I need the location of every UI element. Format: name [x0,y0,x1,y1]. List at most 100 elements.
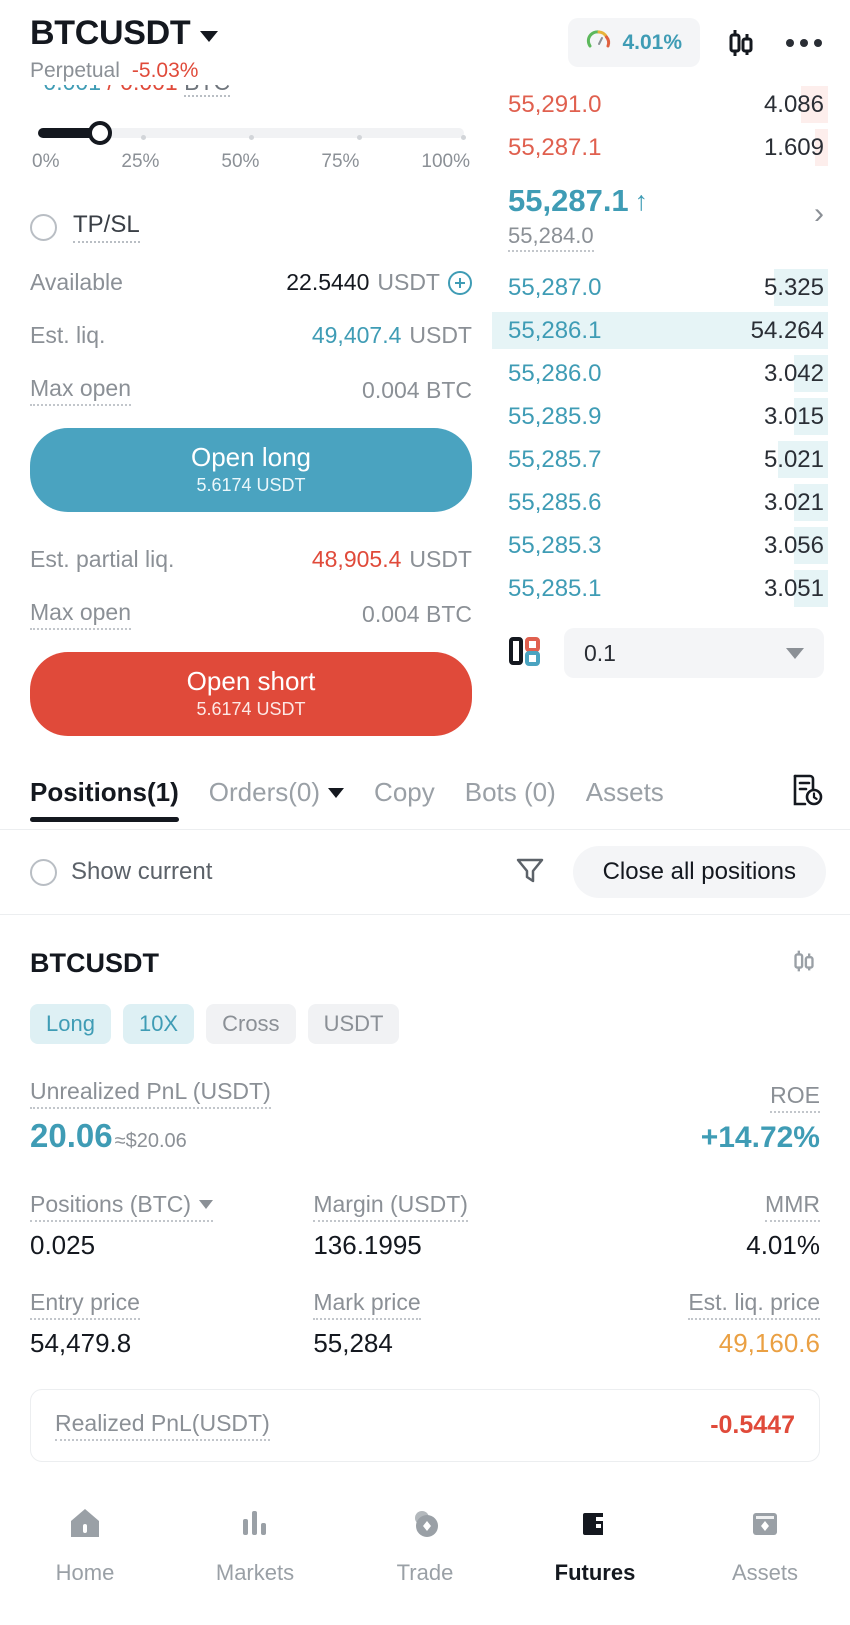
entry-price-label: Entry price [30,1289,140,1321]
close-all-positions-button[interactable]: Close all positions [572,846,826,899]
order-book-asks: 55,291.0 4.086 55,287.1 1.609 [492,83,828,169]
order-book-price: 55,285.3 [508,531,602,559]
filter-funnel-icon[interactable] [513,853,547,892]
est-liq-value: 49,407.4 [311,322,402,348]
show-current-toggle[interactable]: Show current [30,858,212,886]
available-value-wrap: 22.5440 USDT [286,269,472,296]
tick-size-select[interactable]: 0.1 [564,628,824,678]
last-price: 55,287.1 [508,183,629,218]
slider-tick-labels: 0% 25% 50% 75% 100% [30,151,472,173]
nav-item-futures[interactable]: Futures [510,1503,680,1586]
amount-slider[interactable] [30,119,472,145]
tab-copy[interactable]: Copy [374,777,435,822]
order-book-price: 55,287.1 [508,133,602,161]
entry-price-metric: Entry price 54,479.8 [30,1289,283,1359]
order-book-price: 55,285.6 [508,488,602,516]
margin-ratio-pill[interactable]: 4.01% [568,18,700,67]
tpsl-radio[interactable] [30,213,57,241]
chevron-down-icon[interactable] [328,787,345,798]
nav-item-trade[interactable]: Trade [340,1503,510,1586]
order-book-row-bid[interactable]: 55,285.1 3.051 [492,567,828,610]
tab-orders-0[interactable]: Orders(0) [209,777,345,822]
order-book-row-bid[interactable]: 55,285.9 3.015 [492,395,828,438]
contract-type-label: Perpetual [30,59,120,82]
order-book-row-ask[interactable]: 55,287.1 1.609 [492,126,828,169]
roe-value: +14.72% [700,1121,820,1155]
unrealized-pnl-label: Unrealized PnL (USDT) [30,1078,271,1110]
tab-positions-1[interactable]: Positions(1) [30,777,179,823]
roe-label: ROE [770,1082,820,1114]
gauge-icon [586,27,612,58]
order-book-amount: 5.021 [763,445,824,473]
tab-label: Positions(1) [30,777,179,808]
order-book-row-bid[interactable]: 55,285.3 3.056 [492,524,828,567]
positions-metric-value: 0.025 [30,1230,96,1261]
pnl-row: Unrealized PnL (USDT) 20.06 ≈$20.06 ROE … [30,1078,820,1155]
tpsl-toggle-row[interactable]: TP/SL [30,211,472,243]
order-book-row-bid[interactable]: 55,285.6 3.021 [492,481,828,524]
chevron-down-icon[interactable] [199,1200,214,1210]
open-long-sublabel: 5.6174 USDT [196,475,306,496]
nav-item-markets[interactable]: Markets [170,1503,340,1586]
tab-assets[interactable]: Assets [586,777,664,822]
order-form-panel: ~0.001 / 0.001 BTC 0% 25% 50% 75% 100% [0,83,492,737]
chevron-down-icon [786,647,804,659]
more-dots-icon[interactable] [782,38,826,47]
margin-ratio-value: 4.01% [622,30,682,54]
order-book-amount: 3.056 [763,531,824,559]
open-short-button[interactable]: Open short 5.6174 USDT [30,652,472,737]
order-book-panel: 55,291.0 4.086 55,287.1 1.609 55,287.1 ↑ 55… [492,83,850,736]
positions-metric-label-wrap[interactable]: Positions (BTC) [30,1191,214,1223]
nav-item-home[interactable]: Home [0,1503,170,1586]
mmr-metric-value: 4.01% [746,1230,820,1261]
order-book-amount: 3.015 [763,402,824,430]
chevron-down-icon[interactable] [200,31,219,42]
est-partial-liq-value: 48,905.4 [311,546,402,573]
depth-layout-icon[interactable] [506,631,546,676]
slider-label-75: 75% [321,151,360,172]
open-short-sublabel: 5.6174 USDT [196,699,306,720]
position-tag-cross: Cross [206,1004,296,1045]
order-book-row-bid[interactable]: 55,285.7 5.021 [492,438,828,481]
mmr-metric-label: MMR [765,1191,820,1223]
page-title: BTCUSDT [30,14,191,52]
realized-pnl-value: -0.5447 [710,1411,795,1440]
tpsl-label: TP/SL [73,211,140,243]
max-open-short-label: Max open [30,599,132,631]
unrealized-pnl-usd: ≈$20.06 [114,1130,187,1153]
slider-handle[interactable] [88,121,112,145]
order-book-row-bid[interactable]: 55,286.1 54.264 [492,309,828,352]
available-value: 22.5440 [286,269,370,295]
position-chart-icon[interactable] [788,945,820,982]
markets-bars-icon [235,1503,275,1548]
order-book-row-bid[interactable]: 55,286.0 3.042 [492,352,828,395]
order-book-row-ask[interactable]: 55,291.0 4.086 [492,83,828,126]
show-current-radio[interactable] [30,858,57,886]
order-book-mid[interactable]: 55,287.1 ↑ 55,284.0 › [492,169,828,266]
order-history-icon[interactable] [786,770,826,829]
max-open-long-row: Max open 0.004 BTC [30,375,472,406]
top-header: BTCUSDT Perpetual -5.03% 4.01% [0,0,850,83]
max-open-short-row: Max open 0.004 BTC [30,599,472,631]
candlestick-icon[interactable] [724,26,758,60]
nav-item-assets[interactable]: Assets [680,1503,850,1586]
position-tag-long: Long [30,1004,111,1045]
order-book-price: 55,285.7 [508,445,602,473]
clipped-amount-long: ~0.001 [30,85,101,95]
add-funds-icon[interactable] [448,270,472,295]
realized-pnl-box: Realized PnL(USDT) -0.5447 [30,1389,820,1463]
position-symbol: BTCUSDT [30,948,159,979]
last-price-row: 55,287.1 ↑ [508,183,648,219]
trade-split: ~0.001 / 0.001 BTC 0% 25% 50% 75% 100% [0,83,850,737]
tab-bots-0[interactable]: Bots (0) [465,777,556,822]
open-long-button[interactable]: Open long 5.6174 USDT [30,428,472,513]
chevron-right-icon[interactable]: › [814,197,824,231]
pair-selector[interactable]: BTCUSDT [30,14,219,53]
est-partial-liq-value-wrap: 48,905.4 USDT [312,546,472,573]
realized-pnl-label: Realized PnL(USDT) [55,1410,270,1442]
contract-subrow: Perpetual -5.03% [30,59,218,83]
unrealized-pnl-value: 20.06 [30,1117,113,1155]
nav-label: Markets [215,1560,295,1585]
order-book-row-bid[interactable]: 55,287.0 5.325 [492,266,828,309]
order-book-price: 55,286.1 [508,316,602,344]
